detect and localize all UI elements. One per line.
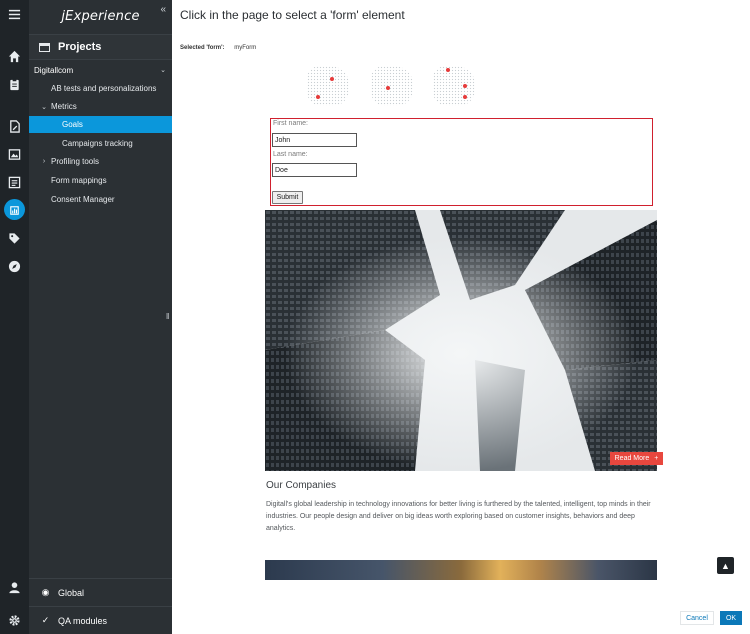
chevron-down-icon: ⌄ — [160, 67, 166, 74]
sidebar-item-metrics[interactable]: ⌄ Metrics — [29, 98, 172, 115]
tag-icon[interactable] — [0, 227, 29, 249]
settings-gear-icon[interactable] — [0, 609, 29, 631]
page-title: Click in the page to select a 'form' ele… — [180, 8, 405, 22]
sidebar-item-label: Global — [58, 587, 85, 598]
sidebar-item-label: AB tests and personalizations — [51, 84, 157, 93]
sidebar-item-label: Metrics — [51, 102, 77, 111]
main-content: Click in the page to select a 'form' ele… — [172, 0, 750, 634]
submit-button[interactable]: Submit — [272, 191, 303, 204]
section-title: Our Companies — [266, 480, 337, 491]
selected-form-value: myForm — [234, 45, 257, 51]
ok-button[interactable]: OK — [720, 611, 742, 625]
home-icon[interactable] — [0, 45, 29, 67]
sidebar-item-label: Consent Manager — [51, 195, 115, 204]
map-europe-africa — [371, 66, 413, 106]
list-icon[interactable] — [0, 171, 29, 193]
map-americas — [307, 66, 349, 106]
cancel-button[interactable]: Cancel — [680, 611, 714, 625]
collapse-sidebar-icon[interactable]: « — [160, 4, 166, 15]
projects-header[interactable]: Projects — [29, 34, 172, 60]
analytics-icon[interactable] — [0, 199, 29, 221]
user-icon[interactable] — [0, 576, 29, 598]
images-icon[interactable] — [0, 143, 29, 165]
checkmark-icon: ✓ — [41, 615, 50, 625]
projects-label: Projects — [58, 41, 102, 53]
clipboard-icon[interactable] — [0, 73, 29, 95]
skyscrapers-illustration — [265, 210, 657, 471]
section-text: Digitall's global leadership in technolo… — [266, 501, 651, 532]
menu-icon[interactable] — [0, 3, 29, 25]
skyscrapers-image[interactable] — [265, 210, 657, 471]
sidebar-item-label: Goals — [62, 120, 83, 129]
first-name-label: First name: — [273, 120, 309, 127]
read-more-button[interactable]: Read More + — [610, 452, 663, 465]
plus-icon: + — [654, 455, 659, 462]
sidebar-item-ab-tests[interactable]: AB tests and personalizations — [29, 80, 172, 97]
read-more-label: Read More — [614, 455, 650, 462]
sidebar-item-global[interactable]: ◉ Global — [29, 578, 172, 606]
sidebar-item-qa-modules[interactable]: ✓ QA modules — [29, 606, 172, 634]
site-name: Digitallcom — [34, 65, 74, 75]
selected-form-info: Selected 'form': myForm — [180, 45, 256, 51]
chevron-down-icon: ⌄ — [41, 103, 47, 111]
sidebar-item-label: QA modules — [58, 615, 108, 626]
world-maps-image[interactable] — [307, 66, 477, 108]
compass-icon[interactable] — [0, 255, 29, 277]
sidebar-item-label: Campaigns tracking — [62, 139, 133, 148]
scroll-to-top-icon[interactable]: ▲ — [717, 557, 734, 574]
brand-logo: jExperience — [61, 8, 140, 24]
map-asia — [433, 66, 475, 106]
sidebar-item-consent-manager[interactable]: Consent Manager — [29, 191, 172, 208]
sidebar-item-label: Profiling tools — [51, 157, 100, 166]
sidebar-item-label: Form mappings — [51, 176, 107, 185]
sidebar-item-profiling-tools[interactable]: › Profiling tools — [29, 153, 172, 170]
sidebar-item-campaigns-tracking[interactable]: Campaigns tracking — [29, 135, 172, 152]
sidebar-item-form-mappings[interactable]: Form mappings — [29, 172, 172, 189]
selected-form[interactable]: First name: John Last name: Doe Submit — [270, 118, 653, 206]
last-name-field[interactable]: Doe — [272, 163, 357, 177]
first-name-field[interactable]: John — [272, 133, 357, 147]
last-name-label: Last name: — [273, 151, 308, 158]
selected-form-label: Selected 'form': — [180, 45, 225, 51]
resize-handle-icon[interactable]: ‖ — [166, 312, 169, 321]
icon-rail — [0, 0, 29, 634]
chevron-right-icon: › — [42, 158, 46, 165]
page-edit-icon[interactable] — [0, 115, 29, 137]
sidebar-item-goals[interactable]: Goals — [29, 116, 172, 133]
sidebar: jExperience « Projects Digitallcom ⌄ AB … — [29, 0, 172, 634]
site-selector[interactable]: Digitallcom ⌄ — [29, 62, 172, 78]
banner-image — [265, 560, 657, 580]
globe-icon: ◉ — [41, 587, 50, 597]
projects-icon — [39, 42, 50, 52]
